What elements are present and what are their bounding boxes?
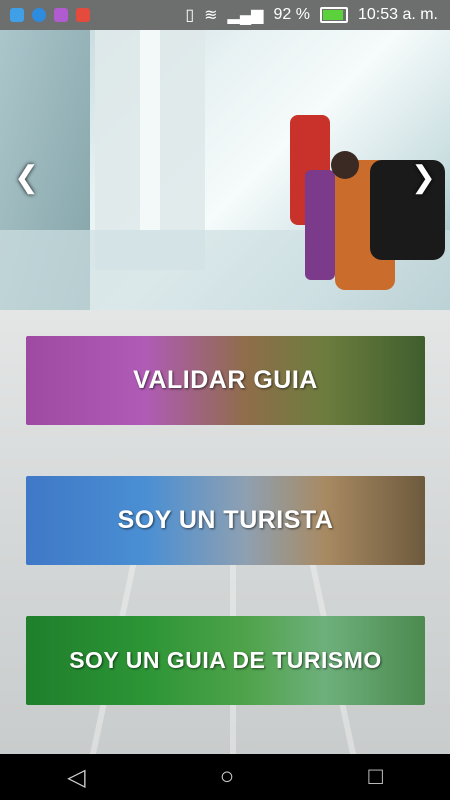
soy-un-guia-de-turismo-label: SOY UN GUIA DE TURISMO bbox=[69, 647, 382, 673]
soy-un-guia-de-turismo-button[interactable]: SOY UN GUIA DE TURISMO bbox=[26, 616, 425, 705]
battery-percent: 92 % bbox=[273, 6, 310, 23]
recents-icon[interactable]: □ bbox=[368, 763, 383, 791]
wifi-icon: ≋ bbox=[204, 7, 218, 24]
hero-carousel[interactable]: ❮ ❯ bbox=[0, 30, 450, 310]
home-icon[interactable]: ○ bbox=[220, 763, 235, 791]
battery-icon bbox=[319, 7, 348, 23]
validar-guia-button[interactable]: VALIDAR GUIA bbox=[26, 336, 425, 425]
app-icon bbox=[10, 8, 24, 22]
vibrate-icon: ▯ bbox=[185, 7, 195, 24]
soy-un-turista-button[interactable]: SOY UN TURISTA bbox=[26, 476, 425, 565]
ice-cave-image bbox=[0, 30, 450, 310]
signal-icon: ▂▄▆ bbox=[227, 7, 264, 24]
back-icon[interactable]: ◁ bbox=[67, 763, 85, 792]
clock: 10:53 a. m. bbox=[357, 6, 438, 23]
soy-un-turista-label: SOY UN TURISTA bbox=[117, 506, 334, 534]
status-bar: ▯ ≋ ▂▄▆ 92 % 10:53 a. m. bbox=[0, 0, 450, 30]
mail-icon bbox=[76, 8, 90, 22]
navigation-bar: ◁ ○ □ bbox=[0, 754, 450, 800]
chat-icon bbox=[32, 8, 46, 22]
carousel-next-icon[interactable]: ❯ bbox=[411, 160, 436, 195]
carousel-prev-icon[interactable]: ❮ bbox=[14, 160, 39, 195]
gallery-icon bbox=[54, 8, 68, 22]
validar-guia-label: VALIDAR GUIA bbox=[133, 366, 318, 394]
